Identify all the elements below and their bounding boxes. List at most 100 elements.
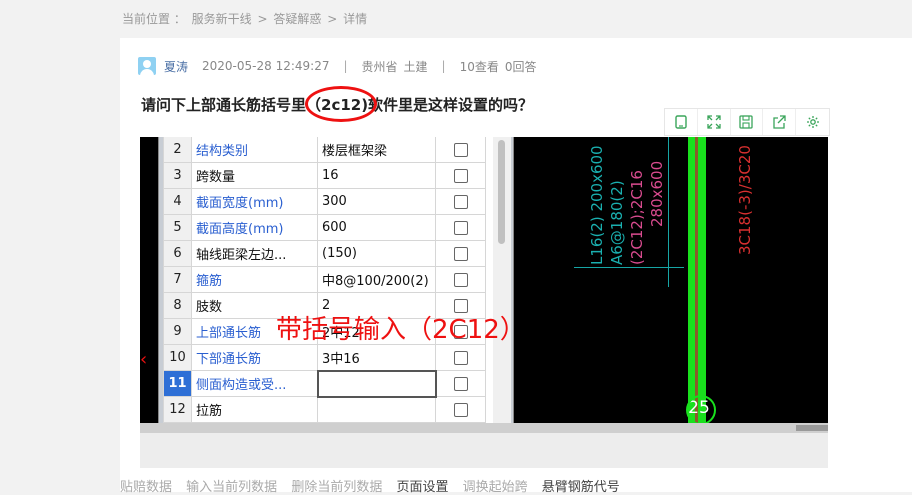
phone-icon[interactable]	[665, 109, 698, 135]
row-checkbox-cell	[435, 188, 486, 215]
cad-leader-line	[668, 137, 669, 287]
property-value[interactable]: 600	[317, 214, 436, 241]
property-name: 轴线距梁左边...	[191, 240, 318, 267]
property-value[interactable]: 中8@100/200(2)	[317, 266, 436, 293]
row-number: 4	[163, 188, 192, 215]
checkbox[interactable]	[453, 402, 468, 417]
checkbox[interactable]	[453, 168, 468, 183]
question-card: 夏涛 2020-05-28 12:49:27 | 贵州省 土建 | 10查看 0…	[120, 38, 912, 495]
properties-table: 2 结构类别 楼层框架梁 3 跨数量 16 4 截面宽度(mm) 300 5 截面高度(mm) 600…	[163, 137, 486, 449]
property-name: 下部通长筋	[191, 344, 318, 371]
save-icon[interactable]	[731, 109, 764, 135]
row-checkbox-cell	[435, 214, 486, 241]
table-row[interactable]: 5 截面高度(mm) 600	[163, 214, 486, 241]
row-number: 8	[163, 292, 192, 319]
fullscreen-icon[interactable]	[698, 109, 731, 135]
settings-icon[interactable]	[796, 109, 829, 135]
row-number: 11	[163, 370, 192, 397]
row-checkbox-cell	[435, 162, 486, 189]
share-icon[interactable]	[763, 109, 797, 135]
breadcrumb-label: 当前位置 ：	[122, 12, 186, 26]
table-row[interactable]: 11 侧面构造或受...	[163, 369, 486, 398]
checkbox[interactable]	[453, 376, 468, 391]
annotation-text: 带括号输入（2C12）	[276, 315, 526, 345]
red-circle-highlight	[305, 86, 377, 122]
property-value[interactable]: 16	[317, 162, 436, 189]
cad-label: A6@180(2)	[608, 180, 626, 265]
property-name: 拉筋	[191, 396, 318, 423]
breadcrumb: 当前位置 ： 服务新干线 > 答疑解惑 > 详情	[122, 10, 369, 27]
properties-panel: 2 结构类别 楼层框架梁 3 跨数量 16 4 截面宽度(mm) 300 5 截面高度(mm) 600…	[158, 137, 514, 452]
property-name: 截面宽度(mm)	[191, 188, 318, 215]
row-number: 7	[163, 266, 192, 293]
answer-count: 0回答	[504, 59, 537, 74]
menu-item[interactable]: 调换起始跨	[463, 480, 528, 495]
table-row[interactable]: 7 箍筋 中8@100/200(2)	[163, 266, 486, 293]
menu-item[interactable]: 页面设置	[396, 480, 448, 495]
menu-item[interactable]: 删除当前列数据	[291, 480, 382, 495]
table-row[interactable]: 3 跨数量 16	[163, 162, 486, 189]
breadcrumb-link-qa[interactable]: 答疑解惑	[273, 12, 321, 26]
table-row[interactable]: 4 截面宽度(mm) 300	[163, 188, 486, 215]
table-row[interactable]: 10 下部通长筋 3中16	[163, 344, 486, 371]
row-checkbox-cell	[435, 266, 486, 293]
row-checkbox-cell	[435, 370, 486, 397]
cad-axis-marker: 25	[686, 395, 716, 425]
menu-item[interactable]: 悬臂钢筋代号	[542, 480, 620, 495]
breadcrumb-current: 详情	[343, 12, 368, 26]
row-number: 6	[163, 240, 192, 267]
property-name: 结构类别	[191, 137, 318, 163]
property-value[interactable]	[317, 396, 436, 423]
row-number: 2	[163, 137, 192, 163]
meta-divider: |	[343, 59, 348, 73]
property-name: 截面高度(mm)	[191, 214, 318, 241]
meta-divider: |	[441, 59, 446, 73]
cad-label: L16(2) 200x600	[588, 145, 606, 265]
discipline: 土建	[403, 59, 428, 74]
property-name: 跨数量	[191, 162, 318, 189]
menu-item[interactable]: 输入当前列数据	[186, 480, 277, 495]
scroll-thumb[interactable]	[796, 425, 828, 431]
breadcrumb-separator: >	[327, 12, 338, 26]
panel-scrollbar[interactable]	[493, 137, 511, 452]
screenshot-image: L16(2) 200x600 A6@180(2) (2C12);2C16 280…	[140, 137, 828, 468]
property-value[interactable]: 300	[317, 188, 436, 215]
checkbox[interactable]	[453, 220, 468, 235]
breadcrumb-link-service[interactable]: 服务新干线	[192, 12, 252, 26]
property-value[interactable]: 3中16	[317, 344, 436, 371]
property-value[interactable]: 楼层框架梁	[317, 137, 436, 163]
row-number: 5	[163, 214, 192, 241]
question-meta: 夏涛 2020-05-28 12:49:27 | 贵州省 土建 | 10查看 0…	[138, 56, 537, 76]
checkbox[interactable]	[453, 194, 468, 209]
region: 贵州省	[361, 59, 398, 74]
bottom-menu: 贴赔数据 输入当前列数据 删除当前列数据 页面设置 调换起始跨 悬臂钢筋代号	[120, 476, 820, 495]
table-row[interactable]: 2 结构类别 楼层框架梁	[163, 137, 486, 163]
scroll-thumb[interactable]	[498, 140, 505, 244]
row-checkbox-cell	[435, 344, 486, 371]
bottom-strip	[140, 433, 828, 468]
cad-label: (2C12);2C16	[628, 170, 646, 265]
row-number: 10	[163, 344, 192, 371]
row-number: 9	[163, 318, 192, 345]
view-count: 10查看	[459, 59, 499, 74]
menu-item[interactable]: 贴赔数据	[120, 480, 172, 495]
cad-label: 3C18(-3)/3C20	[736, 145, 754, 255]
property-name: 箍筋	[191, 266, 318, 293]
table-row[interactable]: 6 轴线距梁左边... (150)	[163, 240, 486, 267]
author-name[interactable]: 夏涛	[164, 58, 188, 75]
checkbox[interactable]	[453, 142, 468, 157]
row-number: 3	[163, 162, 192, 189]
cad-label: 280x600	[648, 160, 666, 227]
checkbox[interactable]	[453, 246, 468, 261]
breadcrumb-separator: >	[257, 12, 268, 26]
horizontal-scrollbar[interactable]	[140, 423, 828, 433]
property-value[interactable]: (150)	[317, 240, 436, 267]
checkbox[interactable]	[453, 272, 468, 287]
avatar[interactable]	[138, 57, 156, 75]
property-value[interactable]	[316, 369, 437, 398]
row-checkbox-cell	[435, 396, 486, 423]
cad-beam	[688, 137, 706, 423]
checkbox[interactable]	[453, 350, 468, 365]
red-mark: ‹	[140, 349, 148, 370]
table-row[interactable]: 12 拉筋	[163, 396, 486, 423]
